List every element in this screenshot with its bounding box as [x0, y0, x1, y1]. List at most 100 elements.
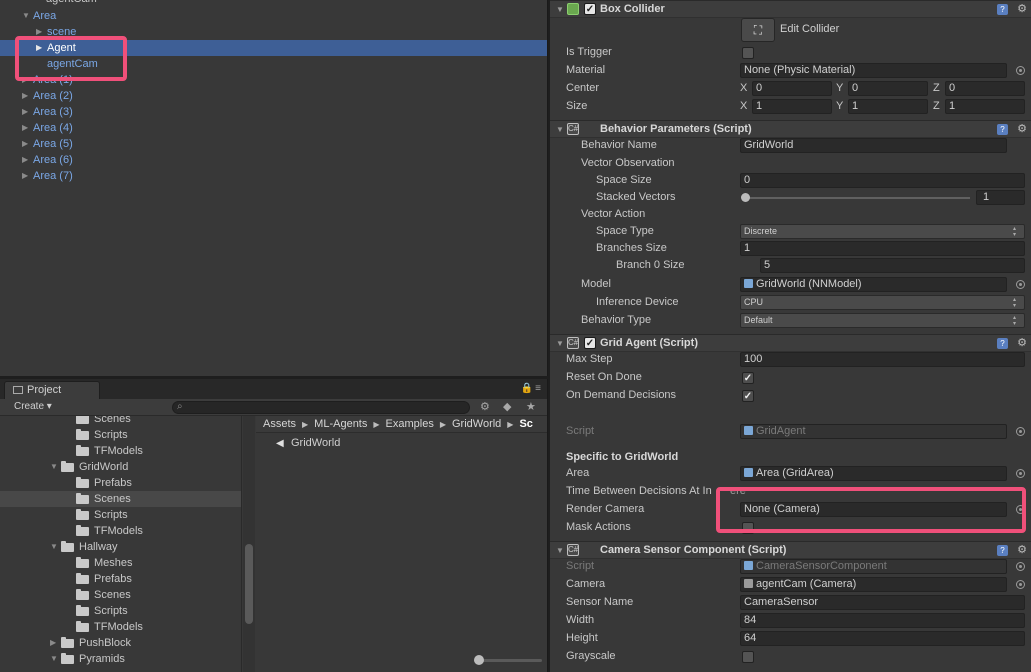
hierarchy-item[interactable]: ▶ Area (6)	[0, 152, 547, 168]
object-picker-icon[interactable]	[1016, 280, 1025, 289]
folder-item[interactable]: TFModels	[0, 523, 241, 539]
expand-arrow-down-icon[interactable]: ▼	[50, 539, 58, 555]
folder-item[interactable]: Scripts	[0, 507, 241, 523]
folder-item[interactable]: Scripts	[0, 427, 241, 443]
gear-icon[interactable]: ⚙	[1017, 336, 1027, 349]
behavior-name-field[interactable]: GridWorld	[740, 138, 1007, 153]
hierarchy-item[interactable]: ▶ Area (1)	[0, 72, 547, 88]
space-size-field[interactable]: 0	[740, 173, 1025, 188]
breadcrumb-item[interactable]: ML-Agents	[314, 418, 367, 430]
fold-arrow-icon[interactable]: ▼	[556, 5, 564, 14]
reset-on-done-checkbox[interactable]: ✓	[742, 372, 754, 384]
gear-icon[interactable]: ⚙	[1017, 2, 1027, 15]
on-demand-checkbox[interactable]: ✓	[742, 390, 754, 402]
box-collider-header[interactable]: ▼ ✓ Box Collider ? ⚙	[550, 0, 1031, 18]
folder-item[interactable]: ▼ GridWorld	[0, 459, 241, 475]
expand-arrow-right-icon[interactable]: ▶	[22, 88, 28, 104]
folder-item[interactable]: ▶ PushBlock	[0, 635, 241, 651]
camera-field[interactable]: agentCam (Camera)	[740, 577, 1007, 592]
is-trigger-checkbox[interactable]	[742, 47, 754, 59]
tab-project[interactable]: Project	[4, 381, 100, 399]
material-field[interactable]: None (Physic Material)	[740, 63, 1007, 78]
gear-icon[interactable]: ⚙	[1017, 543, 1027, 556]
width-field[interactable]: 84	[740, 613, 1025, 628]
stacked-vectors-field[interactable]: 1	[976, 190, 1025, 205]
filter-type-icon[interactable]: ⚙	[480, 400, 490, 413]
expand-arrow-down-icon[interactable]: ▼	[22, 8, 30, 24]
help-icon[interactable]: ?	[997, 338, 1008, 349]
favorite-icon[interactable]: ★	[526, 400, 536, 413]
folder-item[interactable]: Scenes	[0, 491, 241, 507]
breadcrumb-item[interactable]: Assets	[263, 418, 296, 430]
hierarchy-item[interactable]: ▼ Area	[0, 8, 547, 24]
render-camera-field[interactable]: None (Camera)	[740, 502, 1007, 517]
expand-arrow-right-icon[interactable]: ▶	[22, 104, 28, 120]
folder-item[interactable]: Scenes	[0, 416, 241, 427]
hierarchy-item-cut[interactable]: agentCam	[46, 0, 97, 5]
scrollbar-thumb[interactable]	[245, 544, 253, 624]
camera-sensor-header[interactable]: ▼ C# Camera Sensor Component (Script) ? …	[550, 541, 1031, 559]
help-icon[interactable]: ?	[997, 124, 1008, 135]
center-x-field[interactable]: 0	[752, 81, 832, 96]
size-x-field[interactable]: 1	[752, 99, 832, 114]
folder-item[interactable]: ▼ Pyramids	[0, 651, 241, 667]
tab-menu-icon[interactable]: 🔒≡	[521, 383, 543, 394]
search-input[interactable]: ⌕	[172, 401, 470, 414]
expand-arrow-down-icon[interactable]: ▼	[50, 651, 58, 667]
mask-actions-checkbox[interactable]	[742, 522, 754, 534]
object-picker-icon[interactable]	[1016, 66, 1025, 75]
tree-scrollbar[interactable]	[243, 416, 255, 672]
hierarchy-item[interactable]: agentCam	[0, 56, 547, 72]
breadcrumb-item[interactable]: Examples	[386, 418, 434, 430]
expand-arrow-right-icon[interactable]: ▶	[22, 168, 28, 184]
zoom-slider-knob[interactable]	[474, 655, 484, 665]
branch-0-field[interactable]: 5	[760, 258, 1025, 273]
hierarchy-item[interactable]: ▶ scene	[0, 24, 547, 40]
folder-item[interactable]: Prefabs	[0, 571, 241, 587]
folder-item[interactable]: ▼ Hallway	[0, 539, 241, 555]
help-icon[interactable]: ?	[997, 545, 1008, 556]
height-field[interactable]: 64	[740, 631, 1025, 646]
expand-arrow-right-icon[interactable]: ▶	[22, 120, 28, 136]
max-step-field[interactable]: 100	[740, 352, 1025, 367]
folder-item[interactable]: Meshes	[0, 555, 241, 571]
center-z-field[interactable]: 0	[945, 81, 1025, 96]
expand-arrow-right-icon[interactable]: ▶	[22, 152, 28, 168]
behavior-parameters-header[interactable]: ▼ C# Behavior Parameters (Script) ? ⚙	[550, 120, 1031, 138]
expand-arrow-right-icon[interactable]: ▶	[36, 40, 42, 56]
size-y-field[interactable]: 1	[848, 99, 928, 114]
zoom-slider[interactable]	[474, 655, 542, 665]
folder-item[interactable]: TFModels	[0, 443, 241, 459]
hierarchy-item[interactable]: ▶ Agent	[0, 40, 547, 56]
space-type-dropdown[interactable]: Discrete	[740, 224, 1025, 239]
hierarchy-item[interactable]: ▶ Area (3)	[0, 104, 547, 120]
filter-label-icon[interactable]: ◆	[503, 400, 511, 413]
expand-arrow-right-icon[interactable]: ▶	[22, 72, 28, 88]
size-z-field[interactable]: 1	[945, 99, 1025, 114]
inference-device-dropdown[interactable]: CPU	[740, 295, 1025, 310]
expand-arrow-right-icon[interactable]: ▶	[50, 635, 56, 651]
stacked-vectors-slider[interactable]	[744, 197, 970, 199]
center-y-field[interactable]: 0	[848, 81, 928, 96]
expand-arrow-down-icon[interactable]: ▼	[50, 459, 58, 475]
help-icon[interactable]: ?	[997, 4, 1008, 15]
model-field[interactable]: GridWorld (NNModel)	[740, 277, 1007, 292]
breadcrumb-item[interactable]: Sc	[519, 418, 532, 430]
object-picker-icon[interactable]	[1016, 469, 1025, 478]
gear-icon[interactable]: ⚙	[1017, 122, 1027, 135]
fold-arrow-icon[interactable]: ▼	[556, 546, 564, 555]
object-picker-icon[interactable]	[1016, 505, 1025, 514]
object-picker-icon[interactable]	[1016, 580, 1025, 589]
folder-item[interactable]: Scripts	[0, 603, 241, 619]
edit-collider-button[interactable]: ⛶	[741, 18, 775, 42]
enabled-checkbox[interactable]: ✓	[584, 3, 596, 15]
hierarchy-item[interactable]: ▶ Area (2)	[0, 88, 547, 104]
hierarchy-item[interactable]: ▶ Area (5)	[0, 136, 547, 152]
behavior-type-dropdown[interactable]: Default	[740, 313, 1025, 328]
slider-knob[interactable]	[741, 193, 750, 202]
folder-item[interactable]: TFModels	[0, 619, 241, 635]
breadcrumb-item[interactable]: GridWorld	[452, 418, 501, 430]
hierarchy-item[interactable]: ▶ Area (7)	[0, 168, 547, 184]
grayscale-checkbox[interactable]	[742, 651, 754, 663]
fold-arrow-icon[interactable]: ▼	[556, 125, 564, 134]
